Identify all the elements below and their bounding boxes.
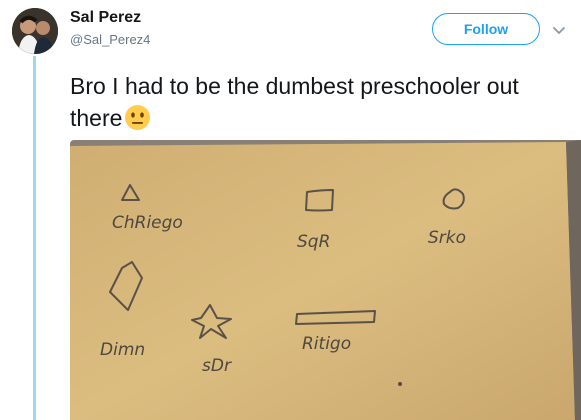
label-circle: Srko xyxy=(428,228,466,248)
paper-spot xyxy=(398,382,402,386)
paper-sheet xyxy=(70,142,575,420)
label-square: SqR xyxy=(297,232,330,252)
avatar[interactable] xyxy=(12,8,58,54)
tweet-text: Bro I had to be the dumbest preschooler … xyxy=(70,70,570,134)
avatar-photo xyxy=(12,8,58,54)
thread-line xyxy=(33,56,36,420)
neutral-face-emoji-icon xyxy=(124,104,151,131)
tweet-photo[interactable]: ChRiego SqR Srko Dimn sDr Ritigo xyxy=(70,140,581,420)
author-name[interactable]: Sal Perez xyxy=(70,9,141,27)
label-triangle: ChRiego xyxy=(112,213,183,233)
label-star: sDr xyxy=(202,356,232,376)
follow-button[interactable]: Follow xyxy=(432,13,540,45)
chevron-down-icon[interactable] xyxy=(549,20,569,40)
label-diamond: Dimn xyxy=(100,340,145,360)
label-rectangle: Ritigo xyxy=(302,334,351,354)
author-handle[interactable]: @Sal_Perez4 xyxy=(70,32,150,47)
